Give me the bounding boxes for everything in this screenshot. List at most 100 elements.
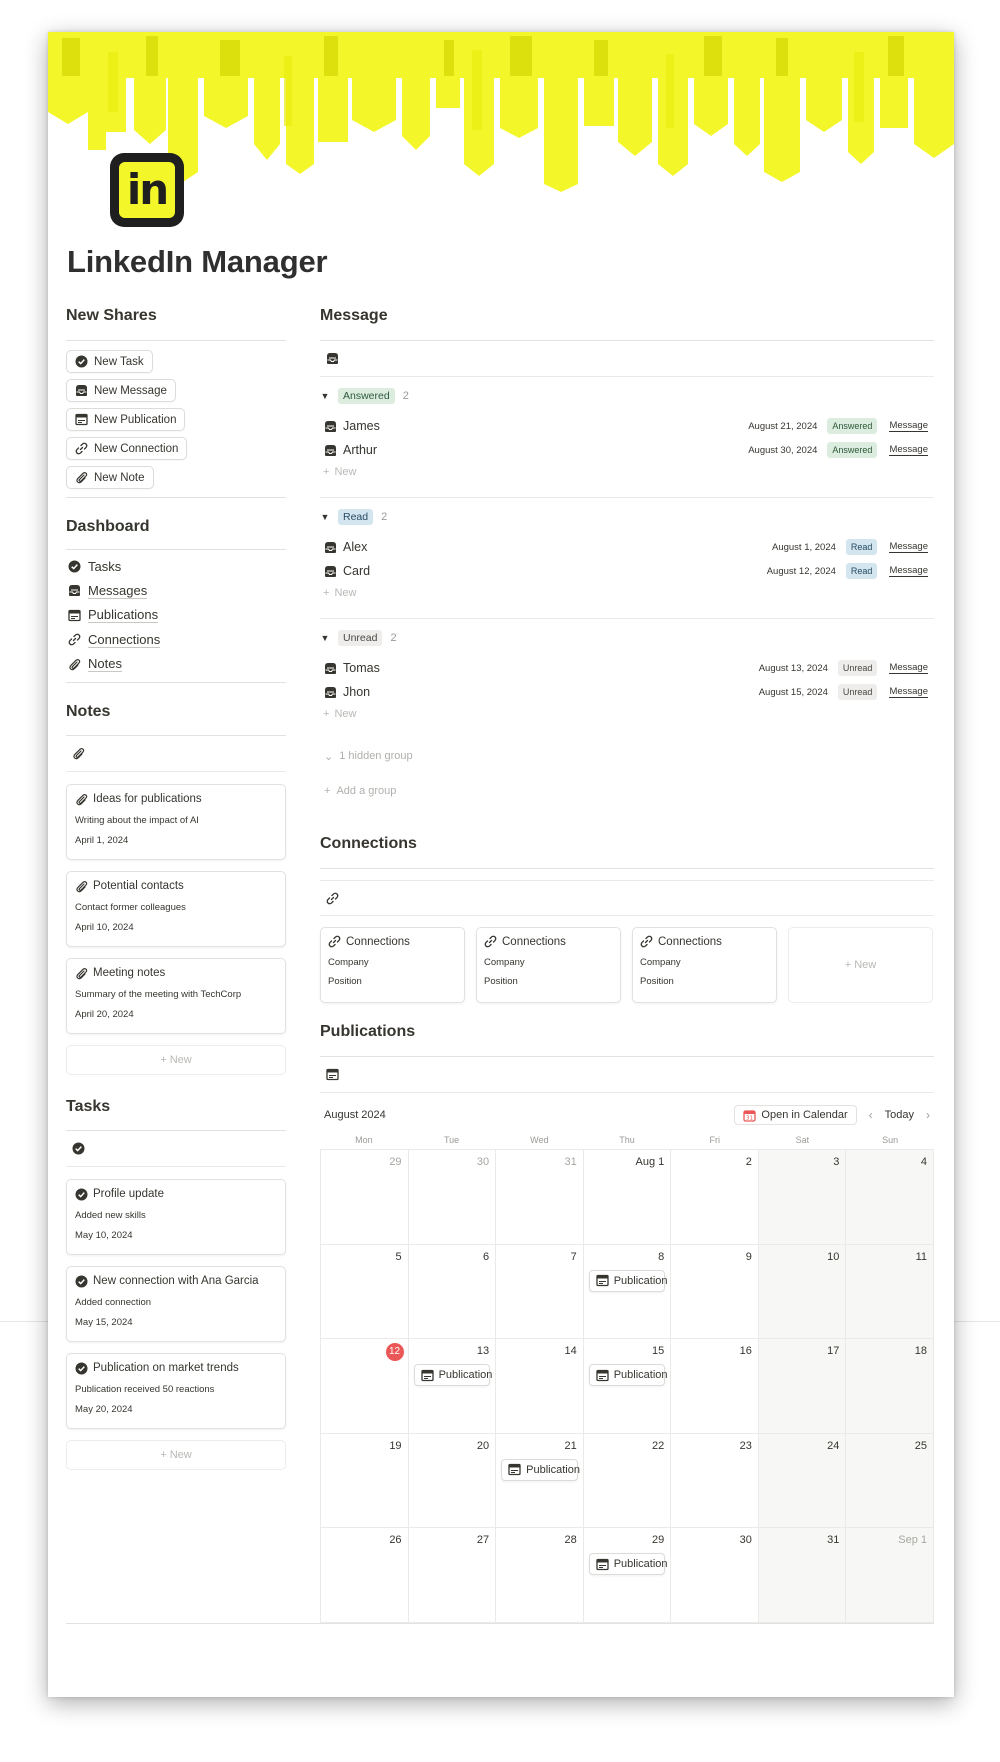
calendar-day[interactable]: 30: [671, 1528, 759, 1623]
calendar-day-number: 23: [739, 1439, 752, 1452]
calendar-day[interactable]: 18: [846, 1339, 934, 1434]
message-link[interactable]: Message: [889, 420, 928, 432]
task-card[interactable]: Publication on market trends Publication…: [66, 1352, 286, 1429]
calendar-day-number: 24: [827, 1439, 840, 1452]
message-row[interactable]: James August 21, 2024 Answered Message: [320, 414, 934, 438]
message-link[interactable]: Message: [889, 662, 928, 674]
calendar-day[interactable]: 31: [758, 1528, 847, 1623]
calendar-day[interactable]: 15 Publication: [583, 1339, 672, 1434]
dashboard-link-messages[interactable]: Messages: [66, 579, 286, 604]
hidden-group-toggle[interactable]: ⌄ 1 hidden group: [320, 746, 934, 766]
task-card[interactable]: Profile update Added new skills May 10, …: [66, 1178, 286, 1255]
calendar-day[interactable]: 25: [846, 1433, 934, 1528]
group-new-label: New: [334, 587, 357, 599]
calendar-day[interactable]: 16: [671, 1339, 759, 1434]
check-circle-icon: [72, 1142, 85, 1155]
new-message-button[interactable]: New Message: [66, 379, 176, 402]
calendar-day[interactable]: 6: [408, 1244, 497, 1339]
calendar-day-number: 25: [914, 1439, 927, 1452]
calendar-day[interactable]: 8 Publication: [583, 1244, 672, 1339]
calendar-day[interactable]: 11: [846, 1244, 934, 1339]
group-new-button[interactable]: + New: [320, 462, 934, 482]
chevron-right-icon[interactable]: ›: [926, 1108, 930, 1122]
group-new-button[interactable]: + New: [320, 704, 934, 724]
new-connection-button[interactable]: New Connection: [66, 437, 188, 460]
calendar-day[interactable]: 24: [758, 1433, 847, 1528]
publication-event[interactable]: Publication: [588, 1553, 668, 1575]
message-link[interactable]: Message: [889, 444, 928, 456]
publication-event[interactable]: Publication: [588, 1364, 668, 1386]
note-card[interactable]: Potential contacts Contact former collea…: [66, 870, 286, 947]
note-card[interactable]: Meeting notes Summary of the meeting wit…: [66, 957, 286, 1034]
connection-card[interactable]: Connections Company Position: [632, 927, 777, 1003]
message-link[interactable]: Message: [889, 686, 928, 698]
tasks-view-tab[interactable]: [66, 1131, 286, 1167]
calendar-day[interactable]: 10: [758, 1244, 847, 1339]
connections-view-tab[interactable]: [320, 880, 934, 916]
publication-event[interactable]: Publication: [501, 1458, 580, 1481]
calendar-day[interactable]: 27: [408, 1528, 497, 1623]
calendar-day[interactable]: 31: [496, 1150, 584, 1245]
new-publication-button[interactable]: New Publication: [66, 408, 186, 431]
new-task-button[interactable]: New Task: [66, 350, 153, 373]
message-row[interactable]: Tomas August 13, 2024 Unread Message: [320, 656, 934, 680]
tasks-new-button[interactable]: + New: [66, 1439, 286, 1470]
connection-card[interactable]: Connections Company Position: [320, 927, 465, 1003]
chevron-left-icon[interactable]: ‹: [869, 1108, 873, 1122]
calendar-day[interactable]: 3: [758, 1150, 847, 1245]
calendar-day[interactable]: 17: [758, 1339, 847, 1434]
calendar-day[interactable]: 9: [671, 1244, 759, 1339]
message-row[interactable]: Jhon August 15, 2024 Unread Message: [320, 680, 934, 704]
calendar-day[interactable]: 14: [496, 1339, 584, 1434]
add-group-button[interactable]: + Add a group: [320, 781, 934, 801]
calendar-day[interactable]: 20: [408, 1433, 497, 1528]
calendar-day[interactable]: 22: [583, 1433, 672, 1528]
dashboard-link-connections[interactable]: Connections: [66, 628, 286, 653]
calendar-day[interactable]: 23: [671, 1433, 759, 1528]
calendar-day[interactable]: 7: [496, 1244, 584, 1339]
calendar-day[interactable]: Aug 1: [583, 1150, 672, 1245]
dashboard-link-notes[interactable]: Notes: [66, 652, 286, 677]
group-header[interactable]: ▼ Unread 2: [320, 628, 934, 648]
calendar-day[interactable]: 29: [321, 1150, 409, 1245]
calendar-day[interactable]: 5: [321, 1244, 409, 1339]
calendar-day[interactable]: 4: [846, 1150, 934, 1245]
calendar-day[interactable]: 13 Publication: [408, 1339, 497, 1434]
task-card[interactable]: New connection with Ana Garcia Added con…: [66, 1265, 286, 1342]
calendar-day[interactable]: 28: [496, 1528, 584, 1623]
message-row[interactable]: Card August 12, 2024 Read Message: [320, 559, 934, 583]
publication-event[interactable]: Publication: [588, 1269, 668, 1292]
connection-card[interactable]: Connections Company Position: [476, 927, 621, 1003]
calendar-day-number: 15: [652, 1345, 665, 1357]
calendar-day[interactable]: 30: [408, 1150, 497, 1245]
calendar-day-number: 29: [652, 1534, 665, 1546]
new-note-button[interactable]: New Note: [66, 466, 154, 489]
dashboard-link-publications[interactable]: Publications: [66, 603, 286, 628]
open-in-calendar-button[interactable]: 31 Open in Calendar: [734, 1105, 857, 1125]
calendar-day[interactable]: 2: [671, 1150, 759, 1245]
group-header[interactable]: ▼ Read 2: [320, 507, 934, 527]
calendar-day[interactable]: 21 Publication: [496, 1433, 584, 1528]
message-row[interactable]: Alex August 1, 2024 Read Message: [320, 535, 934, 559]
message-link[interactable]: Message: [889, 541, 928, 553]
connections-new-button[interactable]: + New: [788, 927, 933, 1003]
calendar-day[interactable]: 19: [321, 1433, 409, 1528]
calendar-day[interactable]: 29 Publication: [583, 1528, 672, 1623]
notes-new-button[interactable]: + New: [66, 1044, 286, 1075]
notes-view-tab[interactable]: [66, 736, 286, 772]
note-card[interactable]: Ideas for publications Writing about the…: [66, 783, 286, 860]
publications-view-tab[interactable]: [320, 1057, 934, 1093]
page-title: LinkedIn Manager: [67, 244, 328, 279]
message-row[interactable]: Arthur August 30, 2024 Answered Message: [320, 438, 934, 462]
dashboard-link-tasks[interactable]: Tasks: [66, 554, 286, 579]
calendar-day[interactable]: 26: [321, 1528, 409, 1623]
today-button[interactable]: Today: [885, 1109, 914, 1121]
group-header[interactable]: ▼ Answered 2: [320, 386, 934, 406]
group-new-button[interactable]: + New: [320, 583, 934, 603]
calendar-day[interactable]: 12: [321, 1339, 409, 1434]
calendar-day[interactable]: Sep 1: [846, 1528, 934, 1623]
message-view-tab[interactable]: [320, 341, 934, 377]
message-link[interactable]: Message: [889, 565, 928, 577]
calendar-month: August 2024: [324, 1109, 386, 1121]
publication-event[interactable]: Publication: [413, 1364, 492, 1386]
